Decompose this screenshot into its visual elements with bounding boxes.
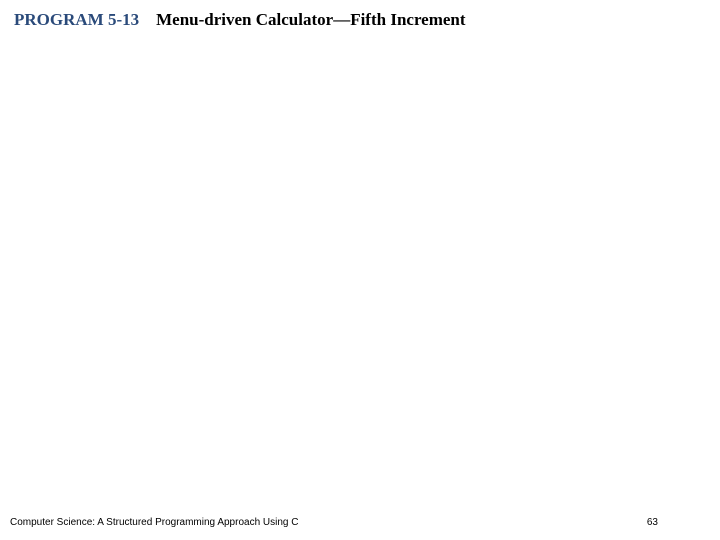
page-number: 63 — [647, 517, 658, 528]
book-title: Computer Science: A Structured Programmi… — [10, 517, 298, 528]
slide-header: PROGRAM 5-13 Menu-driven Calculator—Fift… — [14, 10, 466, 30]
program-label: PROGRAM 5-13 — [14, 10, 139, 29]
slide-footer: Computer Science: A Structured Programmi… — [0, 517, 720, 528]
program-title: Menu-driven Calculator—Fifth Increment — [156, 10, 465, 29]
